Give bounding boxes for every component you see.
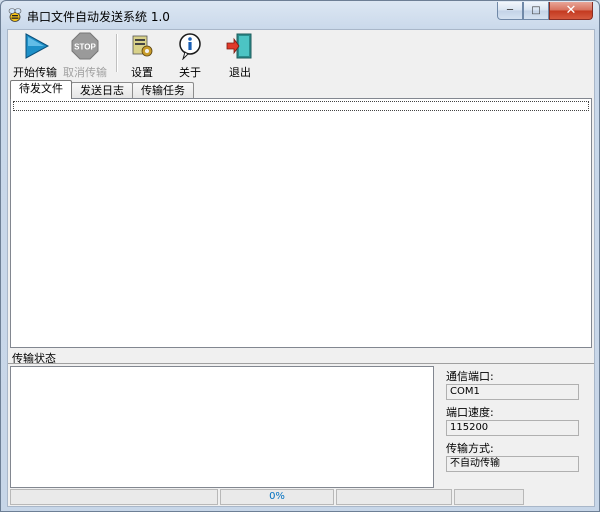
exit-door-icon (226, 33, 252, 59)
exit-button[interactable]: 退出 (222, 32, 258, 79)
close-button[interactable]: ✕ (549, 2, 593, 20)
minimize-button[interactable]: ─ (497, 2, 523, 20)
pending-files-list[interactable] (10, 98, 592, 348)
status-bar: 0% (10, 489, 592, 505)
maximize-icon: □ (531, 5, 541, 16)
bee-app-icon (8, 8, 22, 22)
progress-percent: 0% (220, 489, 334, 505)
svg-text:STOP: STOP (74, 43, 96, 52)
cancel-transfer-label: 取消传输 (63, 66, 107, 79)
start-transfer-button[interactable]: 开始传输 (12, 32, 58, 79)
mode-field: 不自动传输 (446, 456, 579, 472)
status-cell-message (10, 489, 218, 505)
about-button[interactable]: 关于 (172, 32, 208, 79)
connection-info-panel: 通信端口: COM1 端口速度: 115200 传输方式: 不自动传输 (442, 366, 590, 486)
settings-label: 设置 (131, 66, 153, 79)
speed-label: 端口速度: (446, 406, 494, 419)
port-field: COM1 (446, 384, 579, 400)
tab-strip: 待发文件 发送日志 传输任务 (10, 80, 194, 99)
mode-label: 传输方式: (446, 442, 494, 455)
stop-icon: STOP (71, 32, 99, 60)
settings-icon (132, 35, 153, 57)
maximize-button[interactable]: □ (523, 2, 549, 20)
section-divider (8, 363, 594, 364)
main-window: 串口文件自动发送系统 1.0 ─ □ ✕ 开始传输 STOP 取消传输 设置 关… (0, 0, 600, 512)
list-column-header[interactable] (13, 101, 589, 111)
tab-pending-files[interactable]: 待发文件 (10, 80, 72, 99)
toolbar: 开始传输 STOP 取消传输 设置 关于 退出 (8, 30, 594, 79)
status-cell-info (336, 489, 452, 505)
transfer-status-log[interactable] (10, 366, 434, 488)
play-icon (25, 33, 50, 59)
start-transfer-label: 开始传输 (13, 66, 57, 79)
window-title: 串口文件自动发送系统 1.0 (27, 10, 170, 24)
client-area: 开始传输 STOP 取消传输 设置 关于 退出 待发文件 发送日志 传输任务 传… (7, 29, 595, 507)
toolbar-separator (116, 34, 118, 72)
tab-transfer-tasks[interactable]: 传输任务 (132, 82, 194, 99)
info-icon (179, 33, 201, 61)
tab-send-log[interactable]: 发送日志 (71, 82, 133, 99)
cancel-transfer-button[interactable]: STOP 取消传输 (62, 32, 108, 79)
close-icon: ✕ (565, 3, 577, 18)
about-label: 关于 (179, 66, 201, 79)
status-cell-extra (454, 489, 524, 505)
title-bar[interactable]: 串口文件自动发送系统 1.0 ─ □ ✕ (1, 1, 599, 29)
settings-button[interactable]: 设置 (124, 32, 160, 79)
exit-label: 退出 (229, 66, 251, 79)
speed-field: 115200 (446, 420, 579, 436)
port-label: 通信端口: (446, 370, 494, 383)
minimize-icon: ─ (506, 5, 514, 16)
